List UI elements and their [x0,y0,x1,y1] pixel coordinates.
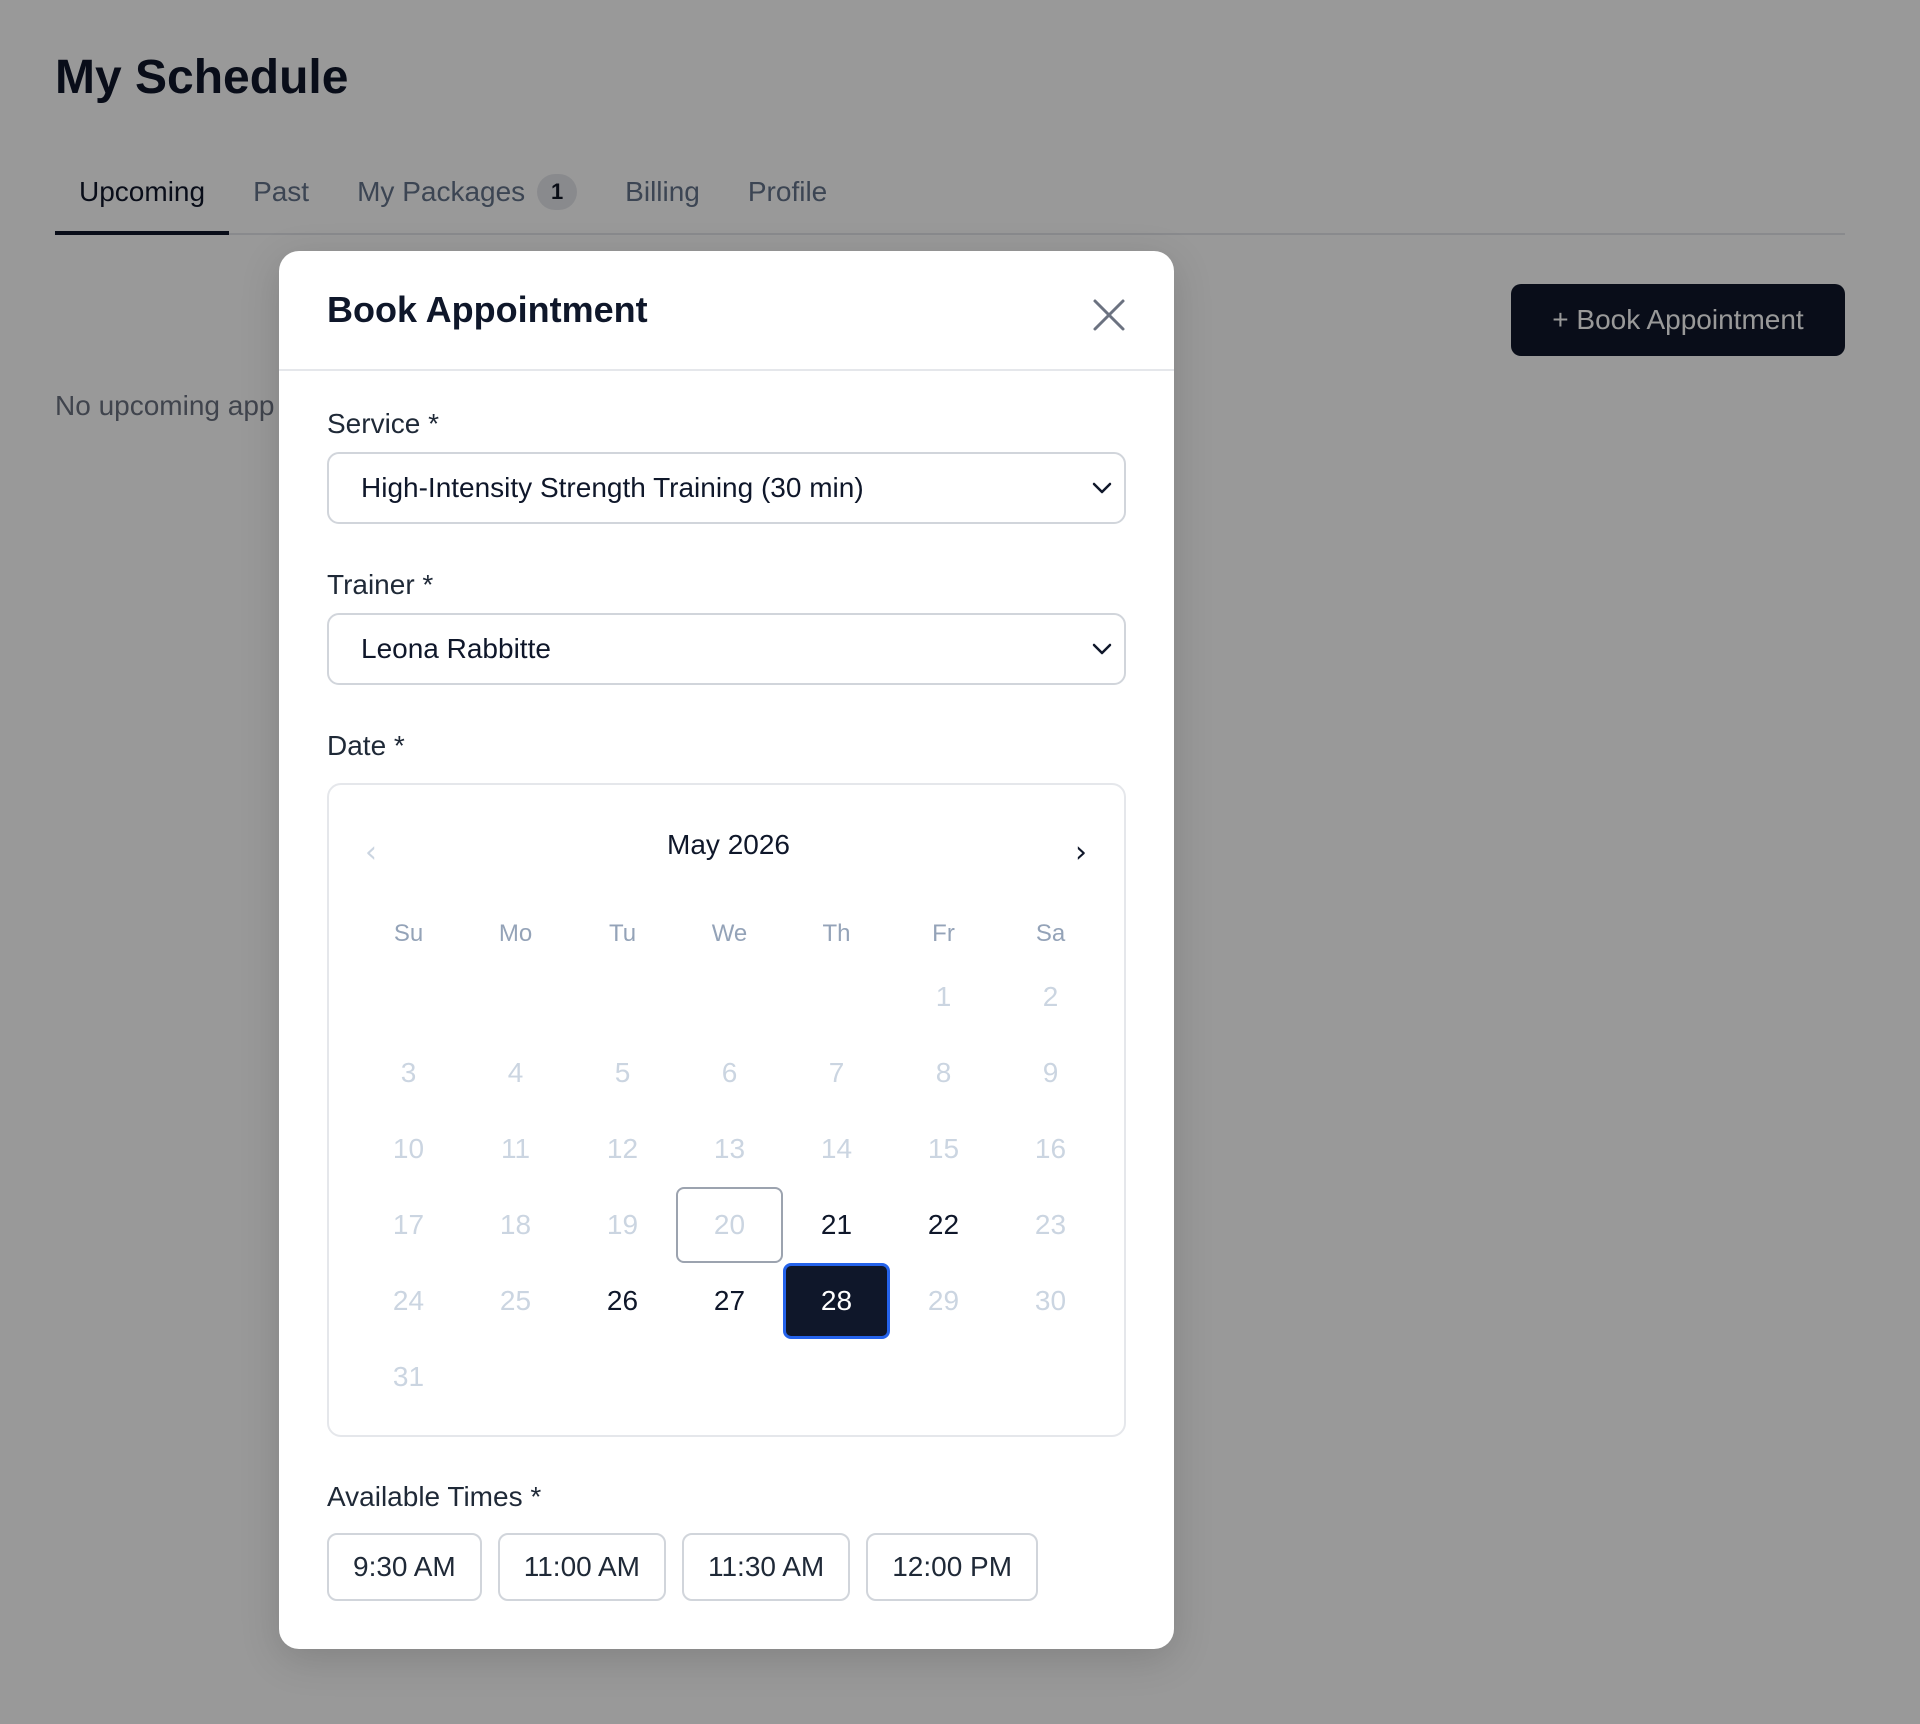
calendar-day: 11 [500,1133,531,1164]
time-slot-button[interactable]: 9:30 AM [327,1533,482,1601]
calendar-day: 4 [507,1057,524,1088]
dialog-header: Book Appointment [279,251,1174,371]
calendar-day: 9 [1042,1057,1059,1088]
date-label: Date * [327,730,405,761]
calendar-month-label: May 2026 [667,829,790,860]
chevron-down-icon [1092,643,1112,655]
close-button[interactable] [1087,293,1131,337]
calendar-day: 30 [1034,1285,1067,1316]
calendar-day: 20 [676,1187,783,1263]
weekday-label: Tu [608,920,637,947]
trainer-value: Leona Rabbitte [361,633,551,664]
service-value: High-Intensity Strength Training (30 min… [361,472,864,503]
calendar-day: 23 [1034,1209,1067,1240]
calendar-day[interactable]: 22 [890,1187,997,1263]
calendar-day: 29 [927,1285,960,1316]
calendar-day: 6 [721,1057,738,1088]
calendar-week-row: 3 4 5 6 7 8 9 [355,1035,1105,1111]
calendar-day: 24 [392,1285,425,1316]
calendar-day: 25 [499,1285,532,1316]
weekday-header-row: Su Mo Tu We Th Fr Sa [355,909,1105,959]
calendar-day: 2 [1042,981,1059,1012]
calendar-day: 5 [614,1057,631,1088]
trainer-label: Trainer * [327,569,434,600]
date-calendar: ‹ May 2026 › Su Mo Tu We Th Fr Sa 1 2 3 4 5 6 7 8 9 10 11… [327,783,1126,1437]
calendar-week-row: 17 18 19 20 21 22 23 [355,1187,1105,1263]
calendar-week-row: 10 11 12 13 14 15 16 [355,1111,1105,1187]
weekday-label: Sa [1035,920,1066,947]
time-slot-button[interactable]: 11:00 AM [497,1533,666,1601]
book-appointment-dialog: Book Appointment Service * High-Intensit… [279,251,1174,1649]
calendar-week-row: 31 [355,1339,1105,1415]
weekday-label: Su [393,920,424,947]
weekday-label: We [711,920,748,947]
calendar-day: 1 [935,981,952,1012]
service-select[interactable]: High-Intensity Strength Training (30 min… [327,452,1126,524]
time-slot-button[interactable]: 11:30 AM [681,1533,851,1601]
calendar-week-row: 12 [355,959,1105,1035]
chevron-right-icon: › [1075,835,1087,870]
calendar-day[interactable]: 26 [569,1263,676,1339]
calendar-day: 17 [392,1209,425,1240]
calendar-day: 13 [713,1133,746,1164]
calendar-day: 7 [828,1057,845,1088]
trainer-select[interactable]: Leona Rabbitte [327,613,1126,685]
calendar-day: 8 [935,1057,952,1088]
calendar-day: 31 [392,1361,425,1392]
calendar-grid: Su Mo Tu We Th Fr Sa 1 2 3 4 5 6 7 8 9 10 11 12 13 14 15 16 17 1… [355,909,1105,1415]
available-times-label: Available Times * [327,1481,542,1512]
calendar-day-selected[interactable]: 28 [783,1263,890,1339]
dialog-title: Book Appointment [327,289,648,330]
time-slot-list: 9:30 AM 11:00 AM 11:30 AM 12:00 PM [327,1533,1039,1601]
calendar-day[interactable]: 21 [783,1187,890,1263]
service-label: Service * [327,408,440,439]
calendar-day: 15 [927,1133,960,1164]
calendar-day: 3 [400,1057,417,1088]
calendar-day: 16 [1034,1133,1067,1164]
weekday-label: Fr [932,920,955,947]
calendar-day[interactable]: 27 [676,1263,783,1339]
weekday-label: Th [822,920,851,947]
calendar-day: 18 [499,1209,532,1240]
time-slot-button[interactable]: 12:00 PM [866,1533,1039,1601]
calendar-day: 14 [820,1133,853,1164]
calendar-day: 12 [606,1133,639,1164]
close-icon [1093,299,1125,331]
calendar-day: 10 [392,1133,425,1164]
calendar-week-row: 24 25 26 27 28 29 30 [355,1263,1105,1339]
weekday-label: Mo [498,920,533,947]
next-month-button[interactable]: › [1061,833,1101,873]
calendar-day: 19 [606,1209,639,1240]
chevron-down-icon [1092,482,1112,494]
